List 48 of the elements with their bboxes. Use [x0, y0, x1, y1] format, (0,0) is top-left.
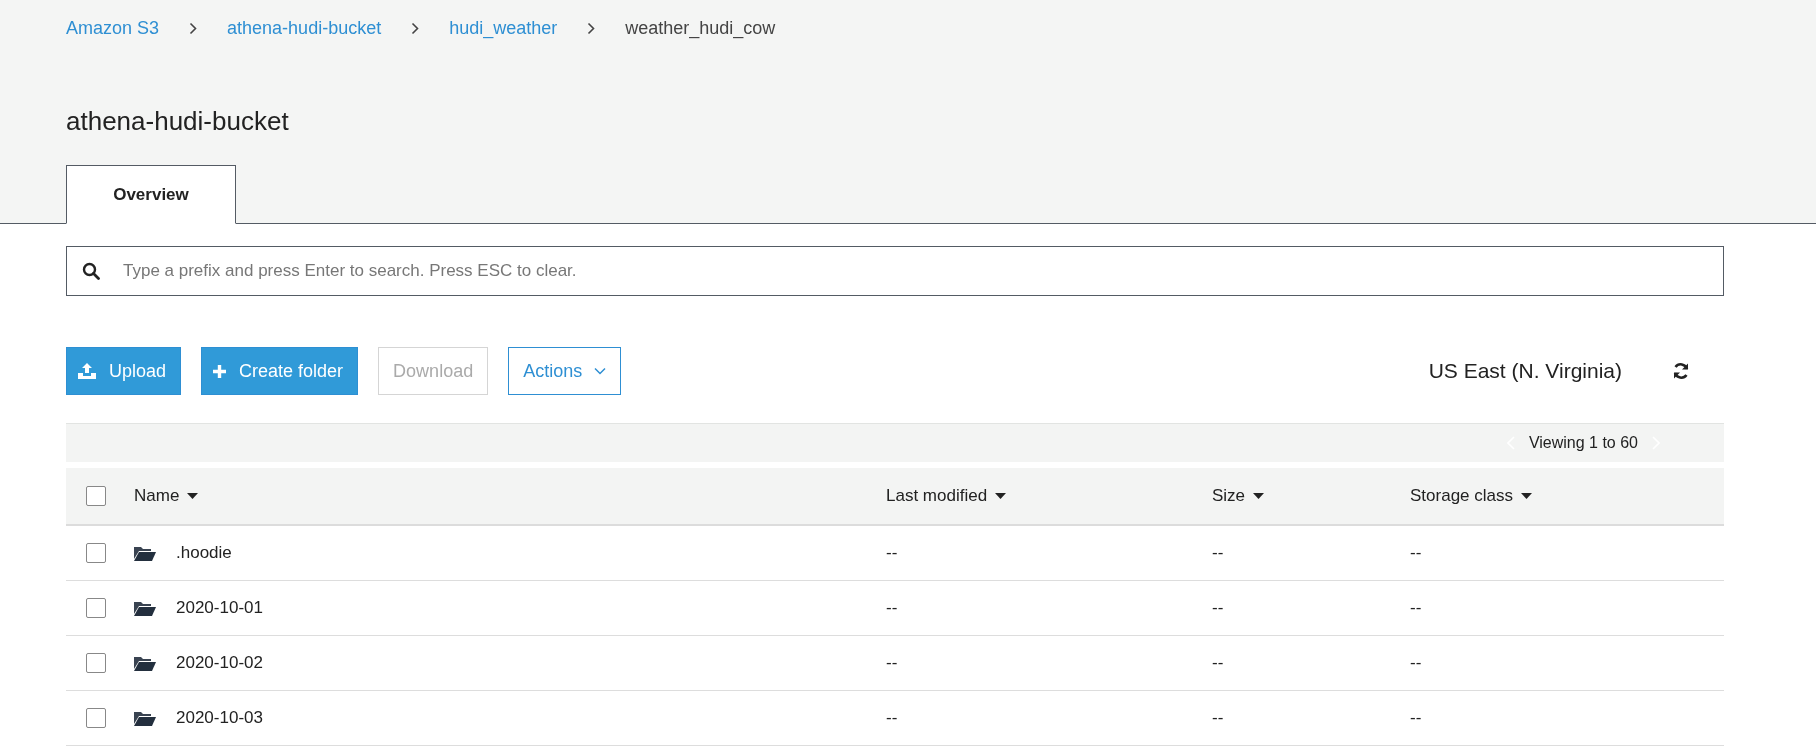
folder-name-link[interactable]: 2020-10-01 — [176, 598, 263, 618]
region-label: US East (N. Virginia) — [1428, 359, 1622, 383]
table-cell: -- — [1212, 598, 1224, 618]
search-icon — [82, 262, 100, 280]
sort-caret-icon[interactable] — [995, 493, 1007, 499]
folder-icon — [134, 655, 156, 671]
table-cell: -- — [1212, 653, 1224, 673]
breadcrumb-current: weather_hudi_cow — [625, 17, 776, 39]
folder-name-link[interactable]: 2020-10-02 — [176, 653, 263, 673]
table-cell: -- — [886, 543, 898, 563]
chevron-down-icon — [594, 367, 607, 375]
toolbar-button[interactable]: Actions — [508, 347, 622, 395]
sort-caret-icon[interactable] — [1521, 493, 1532, 499]
table-cell: -- — [886, 653, 898, 673]
folder-icon — [134, 545, 156, 561]
chevron-right-icon — [587, 21, 596, 35]
sort-caret-icon[interactable] — [187, 493, 199, 499]
table-cell: -- — [1212, 708, 1224, 728]
pagination-label: Viewing 1 to 60 — [1528, 434, 1638, 452]
table-cell: -- — [1212, 543, 1224, 563]
folder-icon — [134, 710, 156, 726]
table-cell: -- — [886, 708, 898, 728]
folder-name-link[interactable]: 2020-10-03 — [176, 708, 263, 728]
folder-icon — [134, 600, 156, 616]
upload-icon — [77, 362, 97, 380]
column-header[interactable]: Name — [134, 486, 180, 506]
column-header[interactable]: Size — [1212, 486, 1246, 506]
chevron-right-icon — [411, 21, 420, 35]
table-cell: -- — [1410, 708, 1422, 728]
folder-name-link[interactable]: .hoodie — [176, 543, 232, 563]
row-checkbox[interactable] — [86, 708, 106, 728]
table-cell: -- — [1410, 543, 1422, 563]
refresh-icon[interactable] — [1672, 362, 1690, 380]
column-header[interactable]: Storage class — [1410, 486, 1513, 506]
plus-icon — [212, 363, 228, 379]
row-checkbox[interactable] — [86, 543, 106, 563]
select-all-checkbox[interactable] — [86, 486, 106, 506]
tab[interactable]: Overview — [66, 165, 236, 224]
column-header[interactable]: Last modified — [886, 486, 988, 506]
table-cell: -- — [886, 598, 898, 618]
search-field[interactable]: Type a prefix and press Enter to search. Press ESC to clear. — [66, 246, 1724, 296]
page-title: athena-hudi-bucket — [66, 106, 290, 136]
row-checkbox[interactable] — [86, 653, 106, 673]
table-cell: -- — [1410, 598, 1422, 618]
sort-caret-icon[interactable] — [1253, 493, 1265, 499]
table-cell: -- — [1410, 653, 1422, 673]
row-checkbox[interactable] — [86, 598, 106, 618]
chevron-right-icon — [189, 21, 198, 35]
